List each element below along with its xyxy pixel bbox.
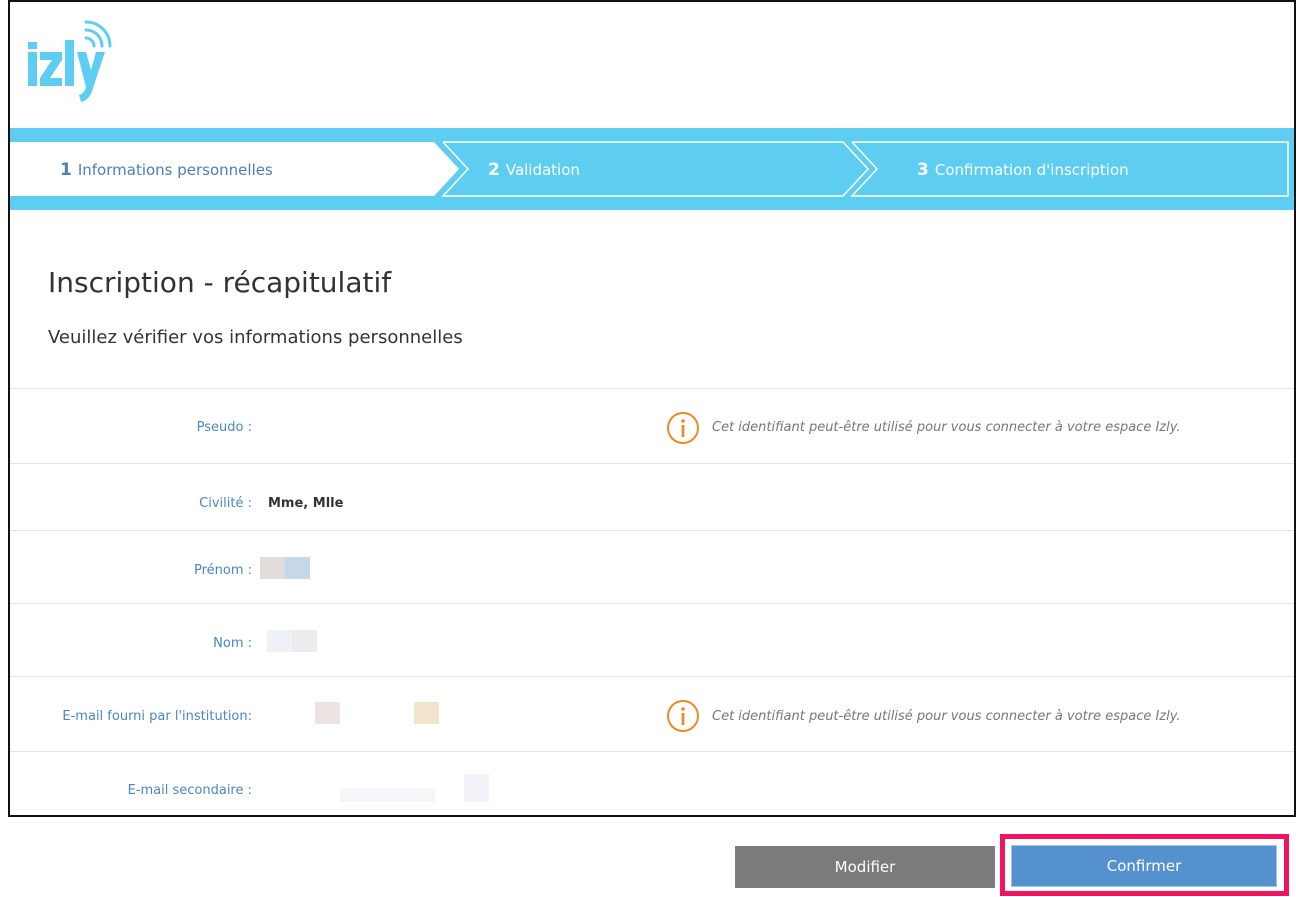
registration-panel: 1 Informations personnelles 2 Validation 3…: [8, 0, 1296, 817]
step-2-validation: 2 Validation: [488, 159, 580, 181]
step-number: 2: [488, 160, 500, 180]
civilite-label: Civilité :: [199, 496, 252, 511]
step-3-confirmation: 3 Confirmation d'inscription: [917, 159, 1129, 181]
step-number: 1: [60, 160, 72, 180]
redacted-value: [340, 788, 435, 802]
nom-label: Nom :: [213, 636, 252, 651]
redacted-value: [464, 774, 489, 802]
redacted-value: [292, 630, 317, 652]
step-label: Informations personnelles: [77, 161, 273, 179]
izly-logo: [28, 20, 112, 102]
page-subtitle: Veuillez vérifier vos informations perso…: [48, 327, 463, 348]
info-icon: [667, 412, 699, 444]
divider: [10, 388, 1294, 389]
step-label: Validation: [505, 161, 580, 179]
email-secondaire-label: E-mail secondaire :: [127, 783, 252, 798]
modify-button[interactable]: Modifier: [735, 846, 995, 888]
divider: [10, 463, 1294, 464]
confirm-button[interactable]: Confirmer: [1011, 845, 1277, 887]
redacted-value: [315, 702, 340, 724]
info-icon: [667, 700, 699, 732]
redacted-value: [260, 557, 285, 579]
prenom-label: Prénom :: [193, 563, 252, 578]
email-institution-label: E-mail fourni par l'institution:: [62, 709, 252, 724]
pseudo-label: Pseudo :: [196, 420, 252, 435]
page-title: Inscription - récapitulatif: [48, 266, 392, 299]
email-institution-info-text: Cet identifiant peut-être utilisé pour v…: [712, 709, 1181, 724]
step-1-personal-info: 1 Informations personnelles: [60, 159, 273, 181]
redacted-value: [285, 557, 310, 579]
civilite-value: Mme, Mlle: [268, 496, 344, 511]
divider: [10, 751, 1294, 752]
pseudo-info-text: Cet identifiant peut-être utilisé pour v…: [712, 420, 1181, 435]
divider: [10, 530, 1294, 531]
step-label: Confirmation d'inscription: [934, 161, 1129, 179]
redacted-value: [414, 702, 439, 724]
divider: [10, 676, 1294, 677]
divider: [10, 603, 1294, 604]
redacted-value: [267, 630, 292, 652]
step-number: 3: [917, 160, 929, 180]
